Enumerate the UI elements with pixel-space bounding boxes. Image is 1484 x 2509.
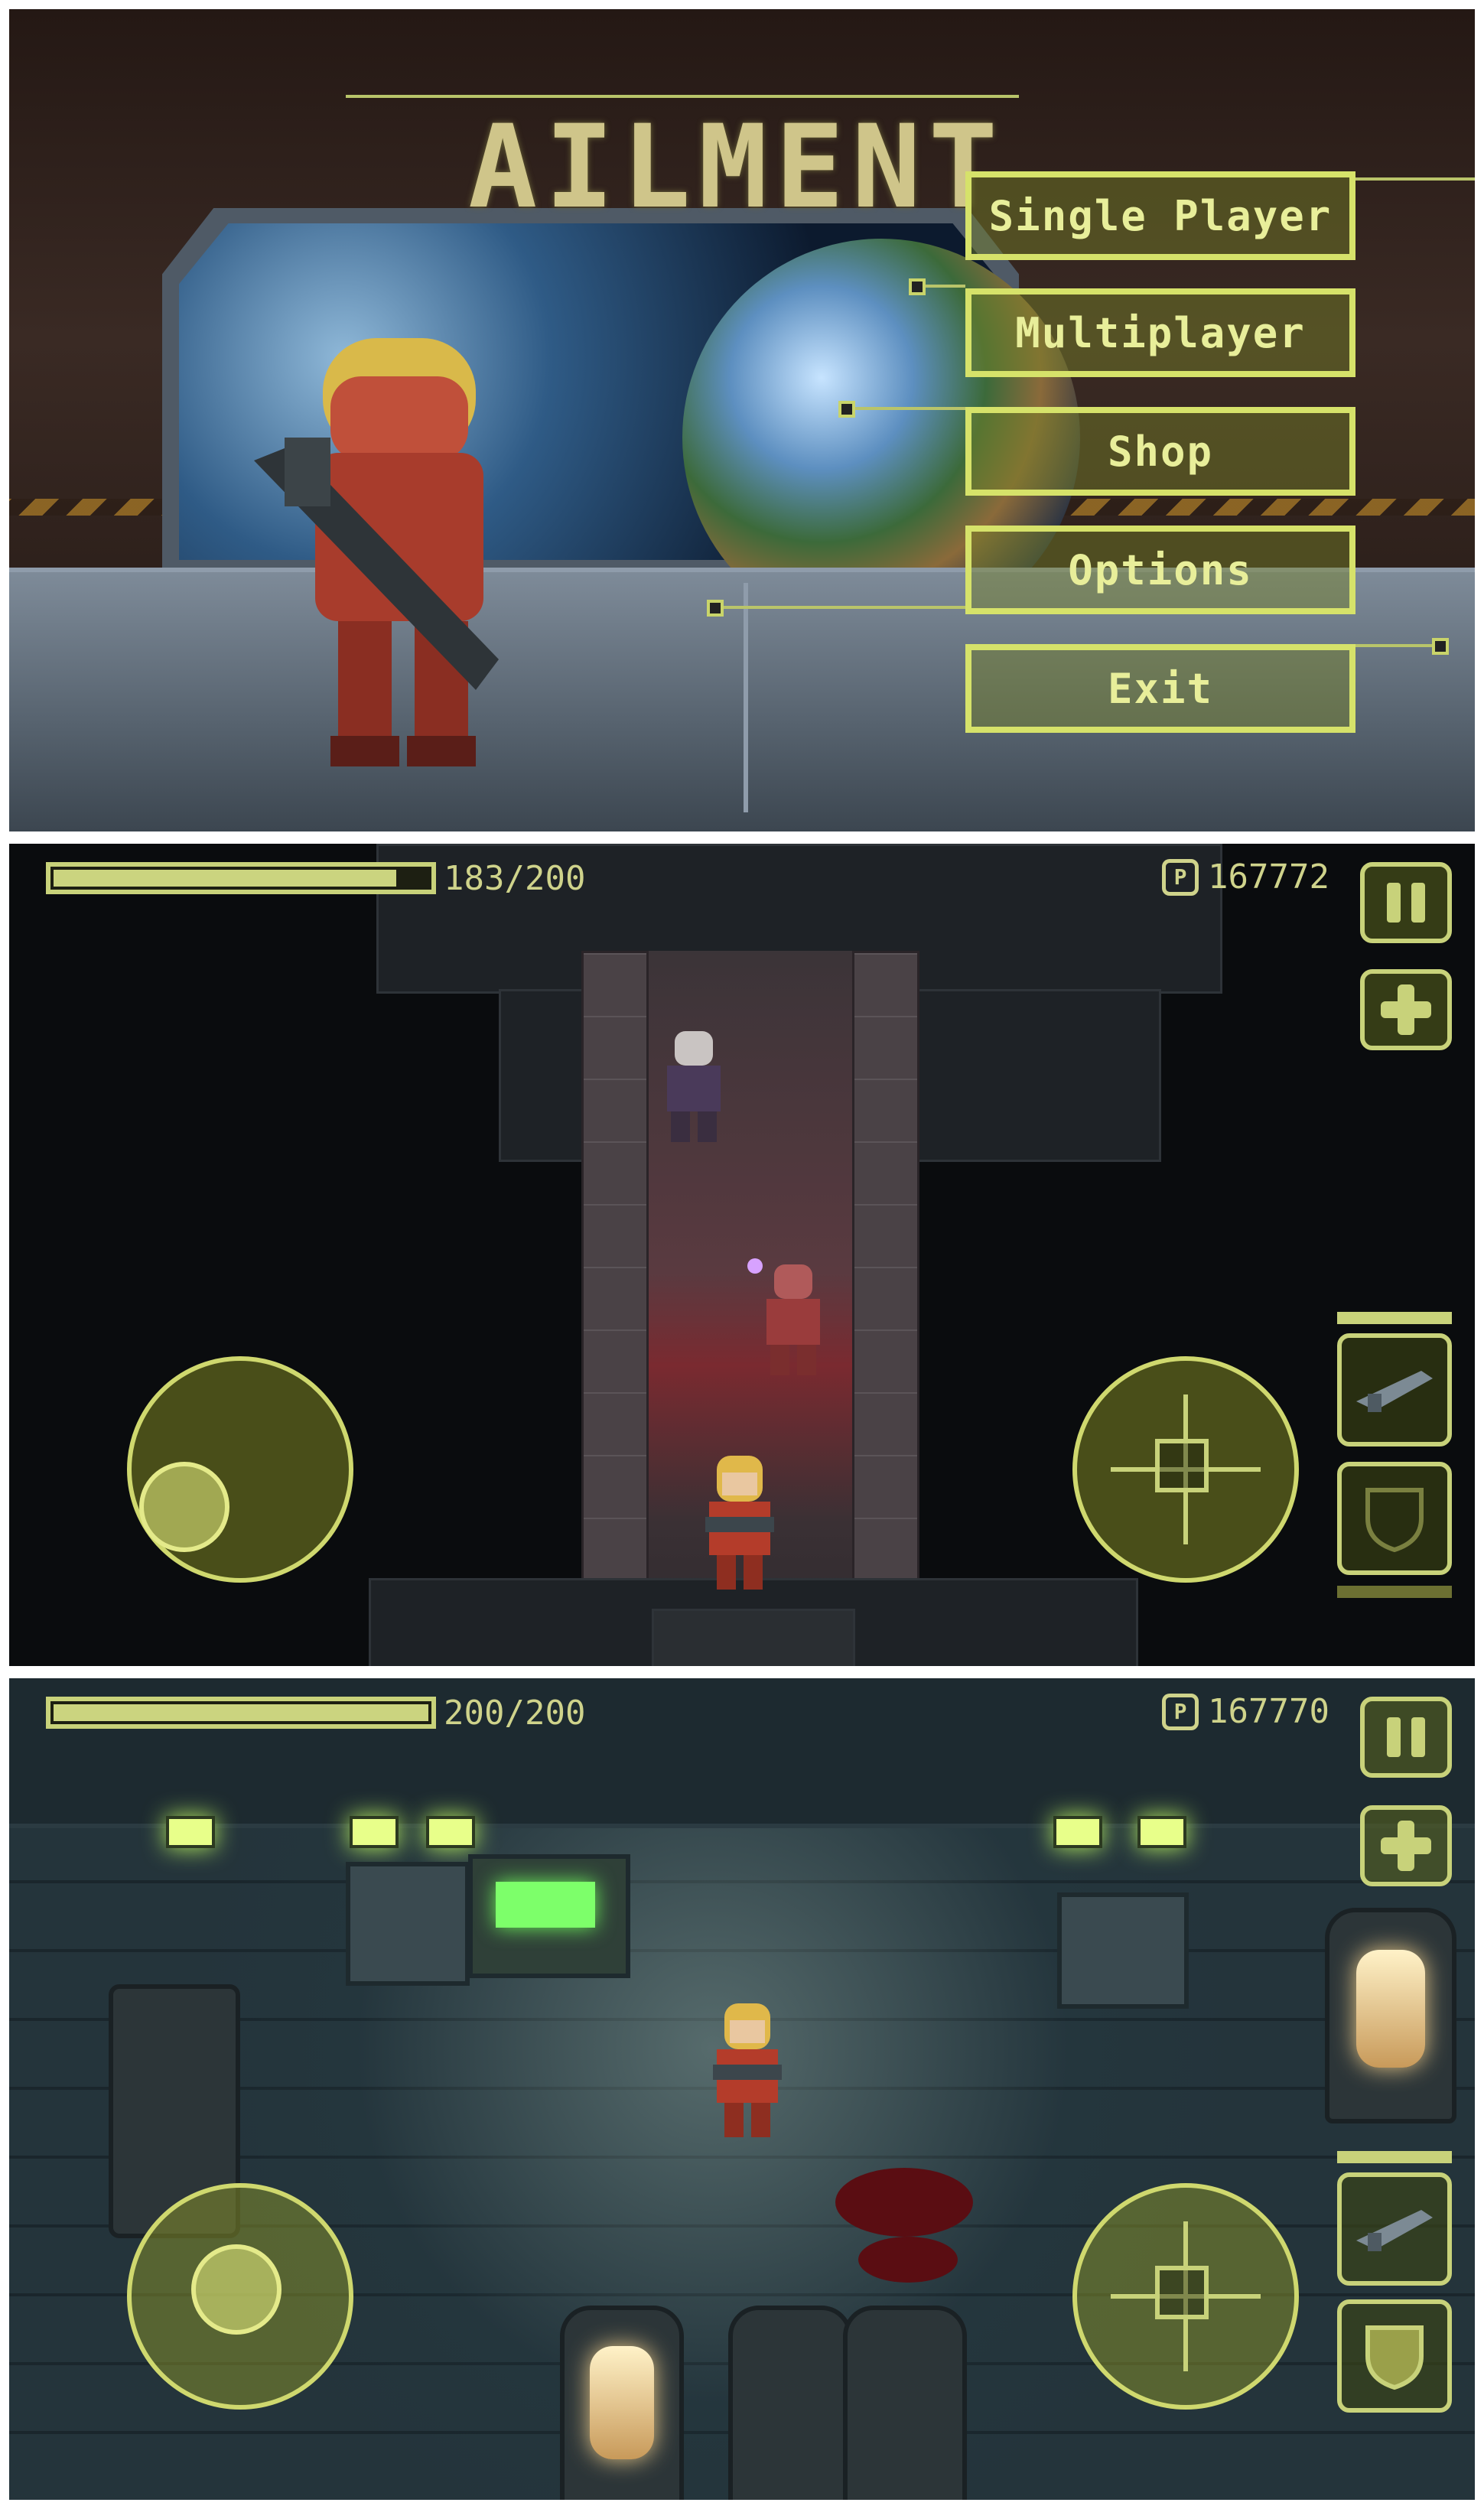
- circuit-line: [713, 606, 965, 609]
- gameplay-screen-lab: 200/200 P 167770: [9, 1678, 1475, 2500]
- door: [652, 1609, 855, 1666]
- enemy-mutant: [747, 1258, 820, 1375]
- joystick-knob[interactable]: [191, 2244, 282, 2335]
- multiplayer-button[interactable]: Multiplayer: [965, 288, 1355, 377]
- corridor-wall-right: [852, 951, 919, 1659]
- health-value: 183/200: [444, 859, 586, 898]
- blood-splatter: [835, 2168, 973, 2237]
- corridor-wall-left: [581, 951, 649, 1659]
- options-label: Options: [1068, 545, 1253, 594]
- hazard-stripe: [9, 499, 185, 516]
- stasis-pod: [1325, 1908, 1456, 2123]
- wall-light: [350, 1816, 399, 1848]
- circuit-node: [1432, 638, 1449, 655]
- single-player-button[interactable]: Single Player: [965, 171, 1355, 260]
- wall-light: [166, 1816, 215, 1848]
- stasis-pod: [560, 2306, 684, 2500]
- stasis-pod: [843, 2306, 967, 2500]
- points-counter: P 167772: [1162, 857, 1329, 897]
- shield-icon: [1365, 2325, 1424, 2390]
- player-character: [713, 2003, 782, 2137]
- wall-light: [1053, 1816, 1102, 1848]
- circuit-line: [346, 95, 1019, 98]
- astronaut-character: [254, 338, 499, 766]
- pause-icon: [1387, 883, 1425, 923]
- points-value: 167770: [1208, 1692, 1329, 1731]
- heal-button[interactable]: [1360, 969, 1452, 1050]
- exit-label: Exit: [1107, 664, 1214, 713]
- multiplayer-label: Multiplayer: [1015, 308, 1306, 357]
- wall-light: [426, 1816, 475, 1848]
- lab-console: [346, 1862, 470, 1986]
- shield-slot[interactable]: [1337, 2299, 1452, 2413]
- lab-console: [1057, 1892, 1189, 2009]
- stasis-pod: [728, 2306, 852, 2500]
- points-value: 167772: [1208, 857, 1329, 897]
- points-icon: P: [1162, 858, 1199, 896]
- game-title: AILMENT: [468, 101, 1006, 234]
- rifle-icon: [1356, 1371, 1433, 1412]
- weapon-slot[interactable]: [1337, 2172, 1452, 2286]
- pause-button[interactable]: [1360, 862, 1452, 943]
- circuit-line: [843, 407, 965, 410]
- health-value: 200/200: [444, 1694, 586, 1733]
- shield-icon: [1365, 1488, 1424, 1553]
- points-counter: P 167770: [1162, 1692, 1329, 1731]
- exit-button[interactable]: Exit: [965, 644, 1355, 733]
- plus-icon: [1381, 984, 1431, 1035]
- hazard-stripe: [1027, 499, 1475, 516]
- blood-splatter: [858, 2237, 958, 2283]
- circuit-node: [707, 600, 724, 617]
- circuit-node: [838, 401, 855, 418]
- gameplay-screen-corridor: 183/200 P 167772: [9, 844, 1475, 1666]
- aim-joystick[interactable]: [1072, 1356, 1299, 1583]
- pause-button[interactable]: [1360, 1697, 1452, 1778]
- aim-joystick[interactable]: [1072, 2183, 1299, 2410]
- weapon-ammo-bar: [1337, 1312, 1452, 1324]
- joystick-knob[interactable]: [139, 1462, 229, 1552]
- single-player-label: Single Player: [988, 191, 1333, 240]
- pause-icon: [1387, 1717, 1425, 1757]
- circuit-node: [909, 278, 926, 295]
- weapon-slot[interactable]: [1337, 1333, 1452, 1446]
- shield-charge-bar: [1337, 1586, 1452, 1598]
- points-icon: P: [1162, 1693, 1199, 1730]
- shop-button[interactable]: Shop: [965, 407, 1355, 496]
- heal-button[interactable]: [1360, 1805, 1452, 1886]
- player-character: [705, 1456, 774, 1590]
- options-button[interactable]: Options: [965, 526, 1355, 614]
- main-menu-screen: AILMENT Single Player Multiplayer Shop O…: [9, 9, 1475, 831]
- plus-icon: [1381, 1821, 1431, 1871]
- wall-light: [1137, 1816, 1186, 1848]
- circuit-line: [1355, 644, 1440, 647]
- enemy-zombie: [667, 1031, 721, 1142]
- weapon-ammo-bar: [1337, 2151, 1452, 2163]
- computer-terminal: [468, 1854, 630, 1978]
- rifle-icon: [1356, 2210, 1433, 2251]
- shop-label: Shop: [1107, 427, 1214, 476]
- health-bar: [46, 1697, 436, 1729]
- shield-slot[interactable]: [1337, 1462, 1452, 1575]
- health-bar: [46, 862, 436, 894]
- circuit-line: [1355, 177, 1475, 181]
